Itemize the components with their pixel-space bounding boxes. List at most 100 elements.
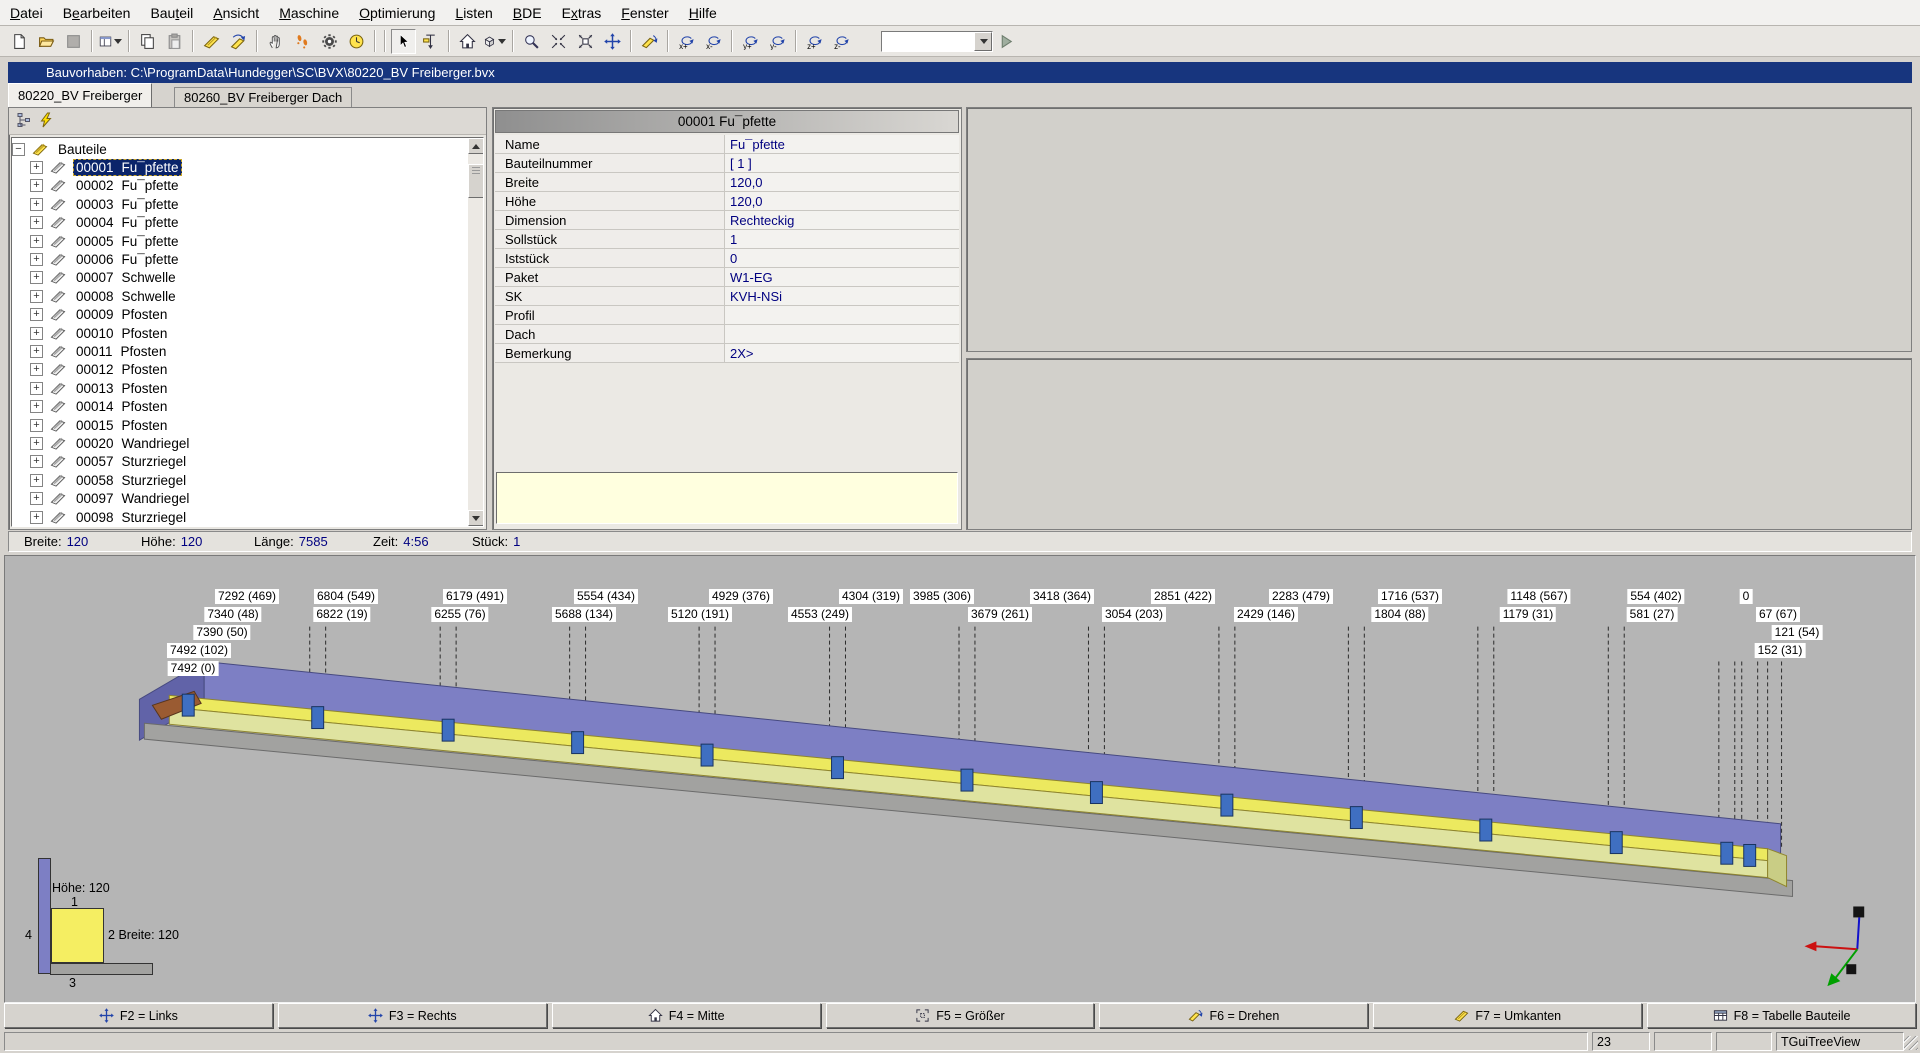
- resize-grip[interactable]: [1904, 1036, 1918, 1050]
- tree-item[interactable]: + 00002Fu¯pfette: [12, 177, 466, 195]
- tree-item[interactable]: + 00013Pfosten: [12, 379, 466, 397]
- tree-item[interactable]: + 00098Sturzriegel: [12, 508, 466, 526]
- paste-button[interactable]: [162, 29, 187, 54]
- select-cursor-button[interactable]: [391, 29, 416, 54]
- collapse-box-icon[interactable]: −: [12, 143, 25, 156]
- property-value[interactable]: [725, 325, 959, 343]
- f6-drehen-button[interactable]: F6 = Drehen: [1099, 1003, 1368, 1028]
- menu-item[interactable]: Fenster: [611, 2, 678, 24]
- pan-move-button[interactable]: [600, 29, 625, 54]
- property-value[interactable]: Fu¯pfette: [725, 135, 959, 153]
- tree-item[interactable]: + 00012Pfosten: [12, 361, 466, 379]
- f7-umkanten-button[interactable]: F7 = Umkanten: [1373, 1003, 1642, 1028]
- property-value[interactable]: 0: [725, 249, 959, 267]
- combobox-dropdown-button[interactable]: [974, 32, 992, 51]
- menu-item[interactable]: Optimierung: [349, 2, 445, 24]
- menu-item[interactable]: Ansicht: [203, 2, 269, 24]
- save-button[interactable]: [61, 29, 86, 54]
- menu-item[interactable]: Bearbeiten: [53, 2, 141, 24]
- tree-item[interactable]: + 00097Wandriegel: [12, 489, 466, 507]
- tree-item[interactable]: + 00001Fu¯pfette: [12, 158, 466, 176]
- time-clock-button[interactable]: [344, 29, 369, 54]
- property-value[interactable]: W1-EG: [725, 268, 959, 286]
- rotate-x-minus-button[interactable]: x-: [701, 29, 726, 54]
- property-value[interactable]: KVH-NSi: [725, 287, 959, 305]
- f2-links-button[interactable]: F2 = Links: [4, 1003, 273, 1028]
- machine-combobox[interactable]: [881, 31, 993, 52]
- edit-beam-button[interactable]: [199, 29, 224, 54]
- expand-box-icon[interactable]: +: [30, 308, 43, 321]
- expand-box-icon[interactable]: +: [30, 474, 43, 487]
- property-value[interactable]: 120,0: [725, 173, 959, 191]
- expand-box-icon[interactable]: +: [30, 216, 43, 229]
- tree-item[interactable]: + 00010Pfosten: [12, 324, 466, 342]
- refresh-lightning-button[interactable]: [35, 110, 57, 132]
- expand-box-icon[interactable]: +: [30, 455, 43, 468]
- expand-box-icon[interactable]: +: [30, 492, 43, 505]
- window-layout-button[interactable]: [98, 29, 123, 54]
- scroll-down-button[interactable]: [468, 510, 484, 526]
- settings-gear-button[interactable]: [317, 29, 342, 54]
- zoom-out-button[interactable]: [573, 29, 598, 54]
- tree-item[interactable]: + 00008Schwelle: [12, 287, 466, 305]
- expand-box-icon[interactable]: +: [30, 419, 43, 432]
- expand-box-icon[interactable]: +: [30, 179, 43, 192]
- expand-box-icon[interactable]: +: [30, 511, 43, 524]
- rotate-view-button[interactable]: [637, 29, 662, 54]
- expand-box-icon[interactable]: +: [30, 437, 43, 450]
- measure-button[interactable]: [418, 29, 443, 54]
- tree-item[interactable]: + 00015Pfosten: [12, 416, 466, 434]
- zoom-button[interactable]: [519, 29, 544, 54]
- menu-item[interactable]: Datei: [0, 2, 53, 24]
- tree-item[interactable]: + 00005Fu¯pfette: [12, 232, 466, 250]
- note-box[interactable]: [496, 472, 958, 524]
- property-value[interactable]: [ 1 ]: [725, 154, 959, 172]
- expand-box-icon[interactable]: +: [30, 382, 43, 395]
- tree-item[interactable]: + 00009Pfosten: [12, 306, 466, 324]
- menu-item[interactable]: Hilfe: [679, 2, 727, 24]
- tree-item[interactable]: + 00004Fu¯pfette: [12, 214, 466, 232]
- walk-steps-button[interactable]: [290, 29, 315, 54]
- expand-box-icon[interactable]: +: [30, 400, 43, 413]
- tree-item[interactable]: + 00003Fu¯pfette: [12, 195, 466, 213]
- rotate-z-plus-button[interactable]: z+: [802, 29, 827, 54]
- expand-box-icon[interactable]: +: [30, 198, 43, 211]
- view-cube-button[interactable]: [482, 29, 507, 54]
- menu-item[interactable]: Bauteil: [140, 2, 203, 24]
- property-value[interactable]: 2X>: [725, 344, 959, 362]
- 3d-viewport[interactable]: 7292 (469)6804 (549)6179 (491)5554 (434)…: [4, 555, 1916, 1003]
- tree-item[interactable]: + 00020Wandriegel: [12, 434, 466, 452]
- menu-item[interactable]: Maschine: [269, 2, 349, 24]
- menu-item[interactable]: Listen: [445, 2, 502, 24]
- project-tab[interactable]: 80220_BV Freiberger: [8, 83, 152, 107]
- tree-structure-button[interactable]: [13, 110, 35, 132]
- rotate-y-plus-button[interactable]: y+: [738, 29, 763, 54]
- tree-item[interactable]: + 00057Sturzriegel: [12, 453, 466, 471]
- scroll-up-button[interactable]: [468, 138, 484, 154]
- expand-box-icon[interactable]: +: [30, 161, 43, 174]
- property-value[interactable]: Rechteckig: [725, 211, 959, 229]
- edit-beam-arrow-button[interactable]: [226, 29, 251, 54]
- tree-item[interactable]: + 00006Fu¯pfette: [12, 250, 466, 268]
- tree-item[interactable]: + 00014Pfosten: [12, 397, 466, 415]
- property-value[interactable]: 120,0: [725, 192, 959, 210]
- expand-box-icon[interactable]: +: [30, 363, 43, 376]
- rotate-x-plus-button[interactable]: x+: [674, 29, 699, 54]
- scroll-thumb[interactable]: [468, 164, 484, 198]
- open-project-button[interactable]: [34, 29, 59, 54]
- expand-box-icon[interactable]: +: [30, 253, 43, 266]
- run-button[interactable]: [994, 29, 1019, 54]
- tree-item[interactable]: + 00007Schwelle: [12, 269, 466, 287]
- rotate-z-minus-button[interactable]: z-: [829, 29, 854, 54]
- menu-item[interactable]: Extras: [552, 2, 612, 24]
- rotate-y-minus-button[interactable]: y-: [765, 29, 790, 54]
- zoom-in-button[interactable]: [546, 29, 571, 54]
- home-view-button[interactable]: [455, 29, 480, 54]
- new-document-button[interactable]: [7, 29, 32, 54]
- project-tab[interactable]: 80260_BV Freiberger Dach: [174, 87, 352, 107]
- tree-item[interactable]: + 00058Sturzriegel: [12, 471, 466, 489]
- f3-rechts-button[interactable]: F3 = Rechts: [278, 1003, 547, 1028]
- expand-box-icon[interactable]: +: [30, 271, 43, 284]
- property-value[interactable]: 1: [725, 230, 959, 248]
- expand-box-icon[interactable]: +: [30, 345, 43, 358]
